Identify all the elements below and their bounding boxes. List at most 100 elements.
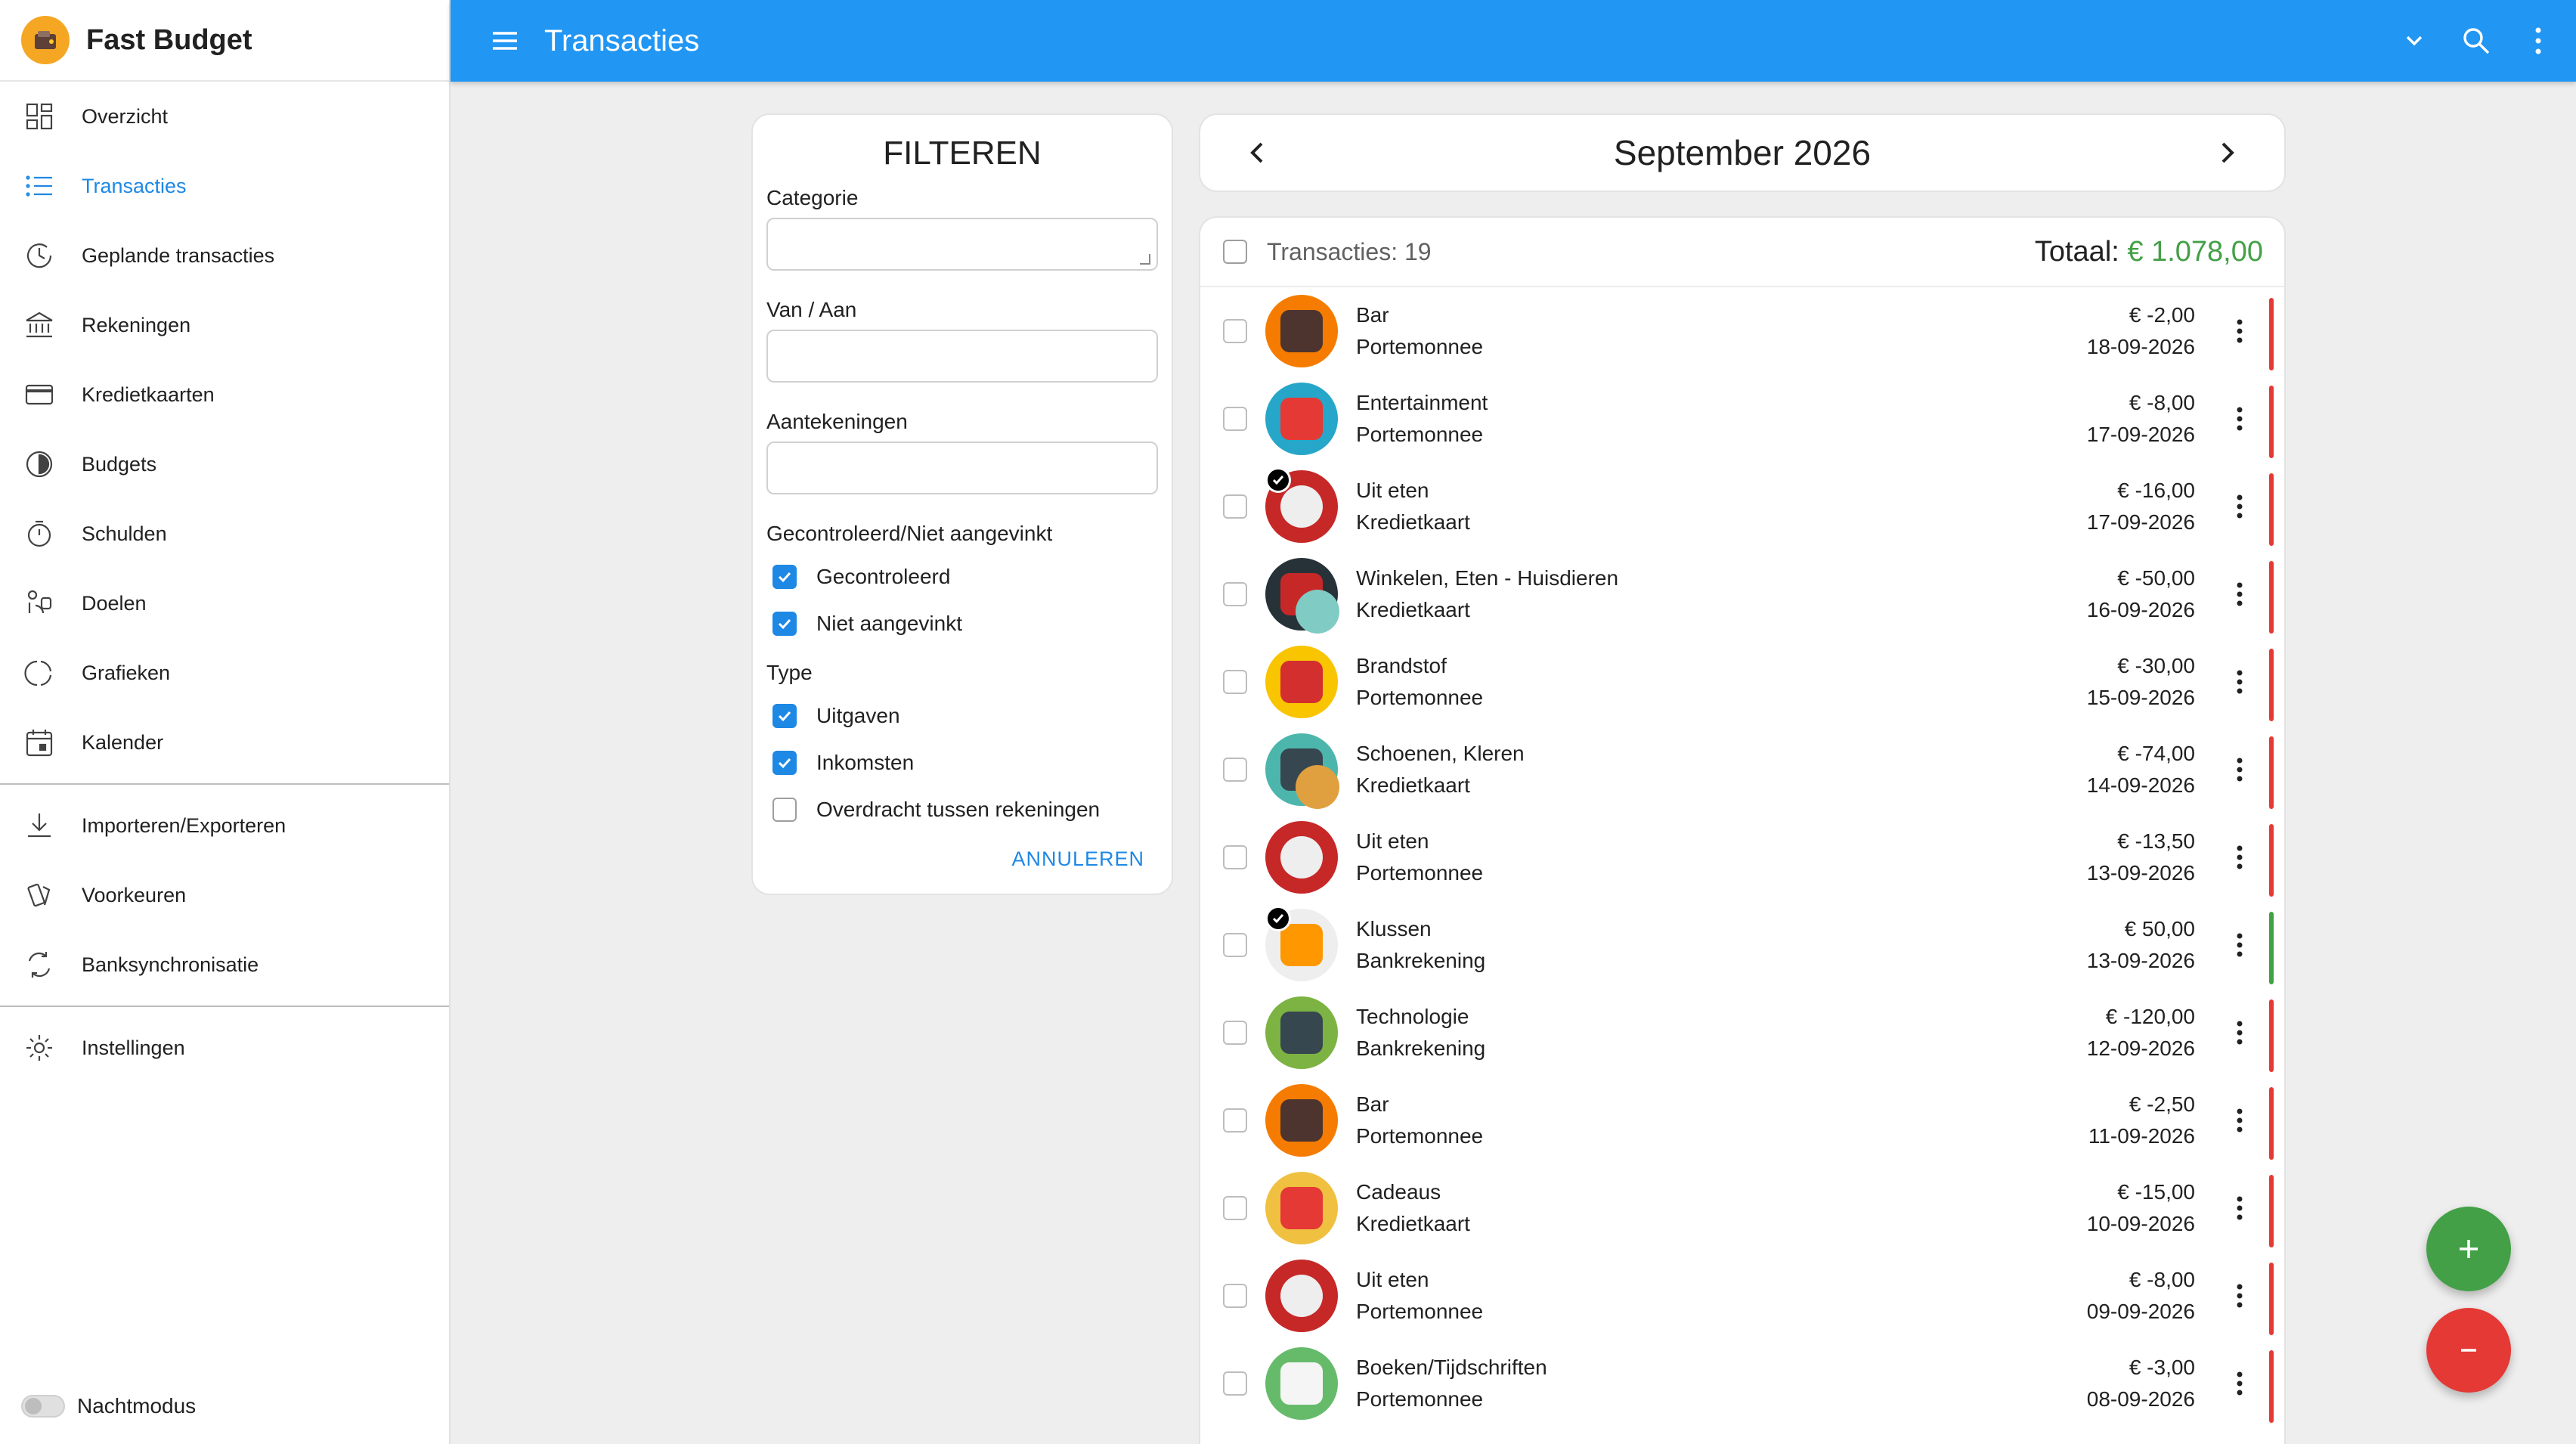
row-amount: € -3,00 bbox=[2129, 1356, 2195, 1379]
chevron-down-icon[interactable] bbox=[2396, 23, 2432, 59]
row-date: 10-09-2026 bbox=[2086, 1212, 2195, 1235]
sidebar-item-rekeningen[interactable]: Rekeningen bbox=[0, 290, 449, 360]
select-all-checkbox[interactable] bbox=[1223, 240, 1247, 264]
more-vert-icon[interactable] bbox=[2520, 23, 2556, 59]
sidebar-item-geplande-transacties[interactable]: Geplande transacties bbox=[0, 221, 449, 290]
type-indicator-bar bbox=[2269, 824, 2274, 897]
transaction-row[interactable]: Boeken/Tijdschriften Portemonnee € -3,00 08… bbox=[1200, 1340, 2284, 1427]
chevron-left-icon[interactable] bbox=[1241, 136, 1274, 169]
night-mode[interactable]: Nachtmodus bbox=[21, 1394, 196, 1418]
more-vert-icon[interactable] bbox=[2228, 399, 2251, 438]
row-date: 17-09-2026 bbox=[2086, 510, 2195, 534]
transfer-checkbox[interactable] bbox=[772, 798, 797, 822]
calendar-icon bbox=[23, 726, 56, 759]
row-checkbox[interactable] bbox=[1223, 1371, 1247, 1396]
row-category: Uit eten bbox=[1356, 829, 1429, 853]
sidebar-item-kalender[interactable]: Kalender bbox=[0, 708, 449, 777]
row-checkbox[interactable] bbox=[1223, 1196, 1247, 1220]
income-label: Inkomsten bbox=[816, 751, 915, 774]
expenses-filter[interactable]: Uitgaven bbox=[766, 693, 1158, 739]
income-checkbox[interactable] bbox=[772, 751, 797, 775]
category-glyph bbox=[1280, 924, 1323, 966]
chevron-right-icon[interactable] bbox=[2210, 136, 2243, 169]
more-vert-icon[interactable] bbox=[2228, 838, 2251, 877]
expenses-checkbox[interactable] bbox=[772, 704, 797, 728]
type-section-label: Type bbox=[766, 661, 813, 684]
more-vert-icon[interactable] bbox=[2228, 925, 2251, 965]
sidebar-item-budgets[interactable]: Budgets bbox=[0, 429, 449, 499]
row-checkbox[interactable] bbox=[1223, 1021, 1247, 1045]
sidebar-item-importeren-exporteren[interactable]: Importeren/Exporteren bbox=[0, 791, 449, 860]
transaction-row[interactable]: Klussen Bankrekening € 50,00 13-09-2026 bbox=[1200, 901, 2284, 989]
transaction-row[interactable]: Cadeaus Kredietkaart € -15,00 10-09-2026 bbox=[1200, 1164, 2284, 1252]
search-icon[interactable] bbox=[2458, 23, 2494, 59]
transaction-row[interactable]: Entertainment Portemonnee € -8,00 17-09-202… bbox=[1200, 375, 2284, 463]
from-to-input[interactable] bbox=[766, 330, 1158, 383]
row-amount: € -120,00 bbox=[2105, 1005, 2195, 1028]
transaction-row[interactable]: Technologie Bankrekening € -120,00 12-09-20… bbox=[1200, 989, 2284, 1077]
more-vert-icon[interactable] bbox=[2228, 1276, 2251, 1315]
row-account: Kredietkaart bbox=[1356, 510, 1470, 534]
secondary-category-icon bbox=[1296, 590, 1339, 634]
transaction-row[interactable]: Uit eten Portemonnee € -8,00 09-09-2026 bbox=[1200, 1252, 2284, 1340]
row-date: 15-09-2026 bbox=[2086, 686, 2195, 709]
unchecked-filter[interactable]: Niet aangevinkt bbox=[766, 600, 1158, 647]
more-vert-icon[interactable] bbox=[2228, 487, 2251, 526]
row-checkbox[interactable] bbox=[1223, 1108, 1247, 1133]
night-mode-toggle[interactable] bbox=[21, 1395, 65, 1418]
menu-icon[interactable] bbox=[488, 24, 522, 57]
more-vert-icon[interactable] bbox=[2228, 1013, 2251, 1052]
sidebar-item-voorkeuren[interactable]: Voorkeuren bbox=[0, 860, 449, 930]
add-income-button[interactable] bbox=[2426, 1207, 2511, 1291]
unchecked-checkbox[interactable] bbox=[772, 612, 797, 636]
row-category: Entertainment bbox=[1356, 391, 1488, 414]
row-checkbox[interactable] bbox=[1223, 758, 1247, 782]
checked-filter[interactable]: Gecontroleerd bbox=[766, 553, 1158, 600]
sidebar-item-grafieken[interactable]: Grafieken bbox=[0, 638, 449, 708]
app-title: Fast Budget bbox=[86, 23, 252, 56]
sidebar-item-transacties[interactable]: Transacties bbox=[0, 151, 449, 221]
sidebar-item-banksynchronisatie[interactable]: Banksynchronisatie bbox=[0, 930, 449, 999]
row-checkbox[interactable] bbox=[1223, 933, 1247, 957]
transaction-row[interactable]: Bar Portemonnee € -2,50 11-09-2026 bbox=[1200, 1077, 2284, 1164]
checkmark-icon bbox=[1265, 906, 1291, 931]
sidebar-item-overzicht[interactable]: Overzicht bbox=[0, 82, 449, 151]
transaction-row[interactable]: Schoenen, Kleren Kredietkaart € -74,00 14-0… bbox=[1200, 726, 2284, 813]
sidebar-item-kredietkaarten[interactable]: Kredietkaarten bbox=[0, 360, 449, 429]
more-vert-icon[interactable] bbox=[2228, 1101, 2251, 1140]
dashboard-icon bbox=[23, 100, 56, 133]
transaction-row[interactable]: Uit eten Portemonnee € -13,50 13-09-2026 bbox=[1200, 813, 2284, 901]
more-vert-icon[interactable] bbox=[2228, 575, 2251, 614]
income-filter[interactable]: Inkomsten bbox=[766, 739, 1158, 786]
row-checkbox[interactable] bbox=[1223, 319, 1247, 343]
row-amount: € -8,00 bbox=[2129, 1268, 2195, 1291]
more-vert-icon[interactable] bbox=[2228, 1188, 2251, 1228]
row-checkbox[interactable] bbox=[1223, 407, 1247, 431]
more-vert-icon[interactable] bbox=[2228, 1364, 2251, 1403]
transaction-row[interactable]: Brandstof Portemonnee € -30,00 15-09-2026 bbox=[1200, 638, 2284, 726]
more-vert-icon[interactable] bbox=[2228, 662, 2251, 702]
row-checkbox[interactable] bbox=[1223, 845, 1247, 869]
cancel-button[interactable]: ANNULEREN bbox=[1011, 847, 1144, 871]
transaction-row[interactable]: Uit eten Kredietkaart € -16,00 17-09-2026 bbox=[1200, 463, 2284, 550]
category-input[interactable] bbox=[766, 218, 1158, 271]
row-checkbox[interactable] bbox=[1223, 582, 1247, 606]
plate-icon bbox=[1265, 821, 1338, 894]
row-checkbox[interactable] bbox=[1223, 1284, 1247, 1308]
transfer-filter[interactable]: Overdracht tussen rekeningen bbox=[766, 786, 1158, 833]
transaction-row[interactable]: Bar Portemonnee € -2,00 18-09-2026 bbox=[1200, 287, 2284, 375]
add-expense-button[interactable] bbox=[2426, 1308, 2511, 1393]
row-checkbox[interactable] bbox=[1223, 494, 1247, 519]
top-app-bar: Transacties bbox=[450, 0, 2576, 82]
sidebar-item-doelen[interactable]: Doelen bbox=[0, 569, 449, 638]
checked-checkbox[interactable] bbox=[772, 565, 797, 589]
category-glyph bbox=[1280, 485, 1323, 528]
transaction-row[interactable]: Winkelen, Eten - Huisdieren Kredietkaart €… bbox=[1200, 550, 2284, 638]
sidebar-item-instellingen[interactable]: Instellingen bbox=[0, 1013, 449, 1083]
more-vert-icon[interactable] bbox=[2228, 311, 2251, 351]
sidebar-item-schulden[interactable]: Schulden bbox=[0, 499, 449, 569]
notes-input[interactable] bbox=[766, 442, 1158, 494]
more-vert-icon[interactable] bbox=[2228, 750, 2251, 789]
category-glyph bbox=[1280, 1012, 1323, 1054]
row-checkbox[interactable] bbox=[1223, 670, 1247, 694]
